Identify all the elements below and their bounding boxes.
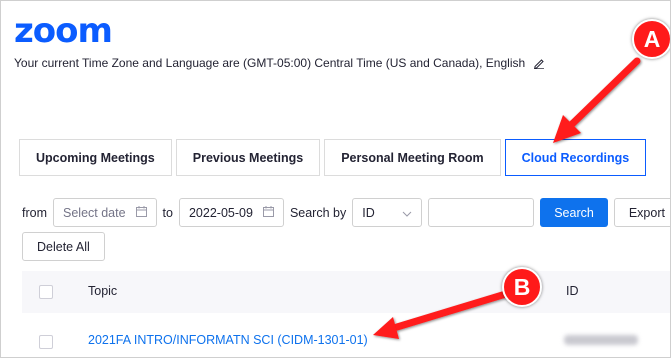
row-checkbox[interactable] bbox=[39, 335, 53, 349]
to-label: to bbox=[162, 205, 173, 220]
zoom-logo: zoom bbox=[14, 11, 113, 51]
recording-id-blurred bbox=[564, 335, 638, 345]
arrow-a bbox=[553, 57, 641, 143]
calendar-icon bbox=[262, 205, 274, 220]
search-by-select[interactable]: ID bbox=[352, 198, 423, 227]
select-all-checkbox[interactable] bbox=[39, 285, 53, 299]
tab-upcoming-meetings[interactable]: Upcoming Meetings bbox=[19, 139, 172, 176]
timezone-language-line: Your current Time Zone and Language are … bbox=[14, 56, 545, 72]
to-date-picker[interactable]: 2022-05-09 bbox=[178, 198, 284, 227]
column-header-id: ID bbox=[566, 284, 579, 298]
tab-cloud-recordings[interactable]: Cloud Recordings bbox=[504, 139, 647, 176]
recordings-tabs: Upcoming Meetings Previous Meetings Pers… bbox=[19, 139, 650, 176]
column-header-topic: Topic bbox=[88, 284, 118, 298]
annotation-badge-b: B bbox=[502, 267, 542, 307]
tab-previous-meetings[interactable]: Previous Meetings bbox=[175, 139, 321, 176]
search-by-label: Search by bbox=[289, 205, 347, 220]
search-input[interactable] bbox=[428, 198, 535, 227]
search-button[interactable]: Search bbox=[540, 198, 608, 227]
calendar-icon bbox=[135, 205, 147, 220]
search-by-value: ID bbox=[362, 205, 375, 220]
recording-topic-link[interactable]: 2021FA INTRO/INFORMATN SCI (CIDM-1301-01… bbox=[88, 333, 368, 347]
timezone-language-text: Your current Time Zone and Language are … bbox=[14, 56, 526, 70]
filter-bar: from Select date to 2022-05-09 Search by… bbox=[22, 198, 670, 227]
chevron-down-icon bbox=[402, 206, 412, 220]
from-label: from bbox=[22, 205, 47, 220]
tab-personal-meeting-room[interactable]: Personal Meeting Room bbox=[324, 139, 501, 176]
from-date-picker[interactable]: Select date bbox=[53, 198, 157, 227]
from-date-placeholder: Select date bbox=[63, 205, 126, 220]
edit-pencil-icon[interactable] bbox=[533, 57, 545, 72]
annotation-badge-a: A bbox=[632, 19, 670, 59]
delete-all-button[interactable]: Delete All bbox=[22, 232, 105, 261]
zoom-recordings-page: zoom Your current Time Zone and Language… bbox=[0, 0, 671, 358]
to-date-value: 2022-05-09 bbox=[188, 205, 253, 220]
export-button[interactable]: Export bbox=[613, 198, 670, 227]
